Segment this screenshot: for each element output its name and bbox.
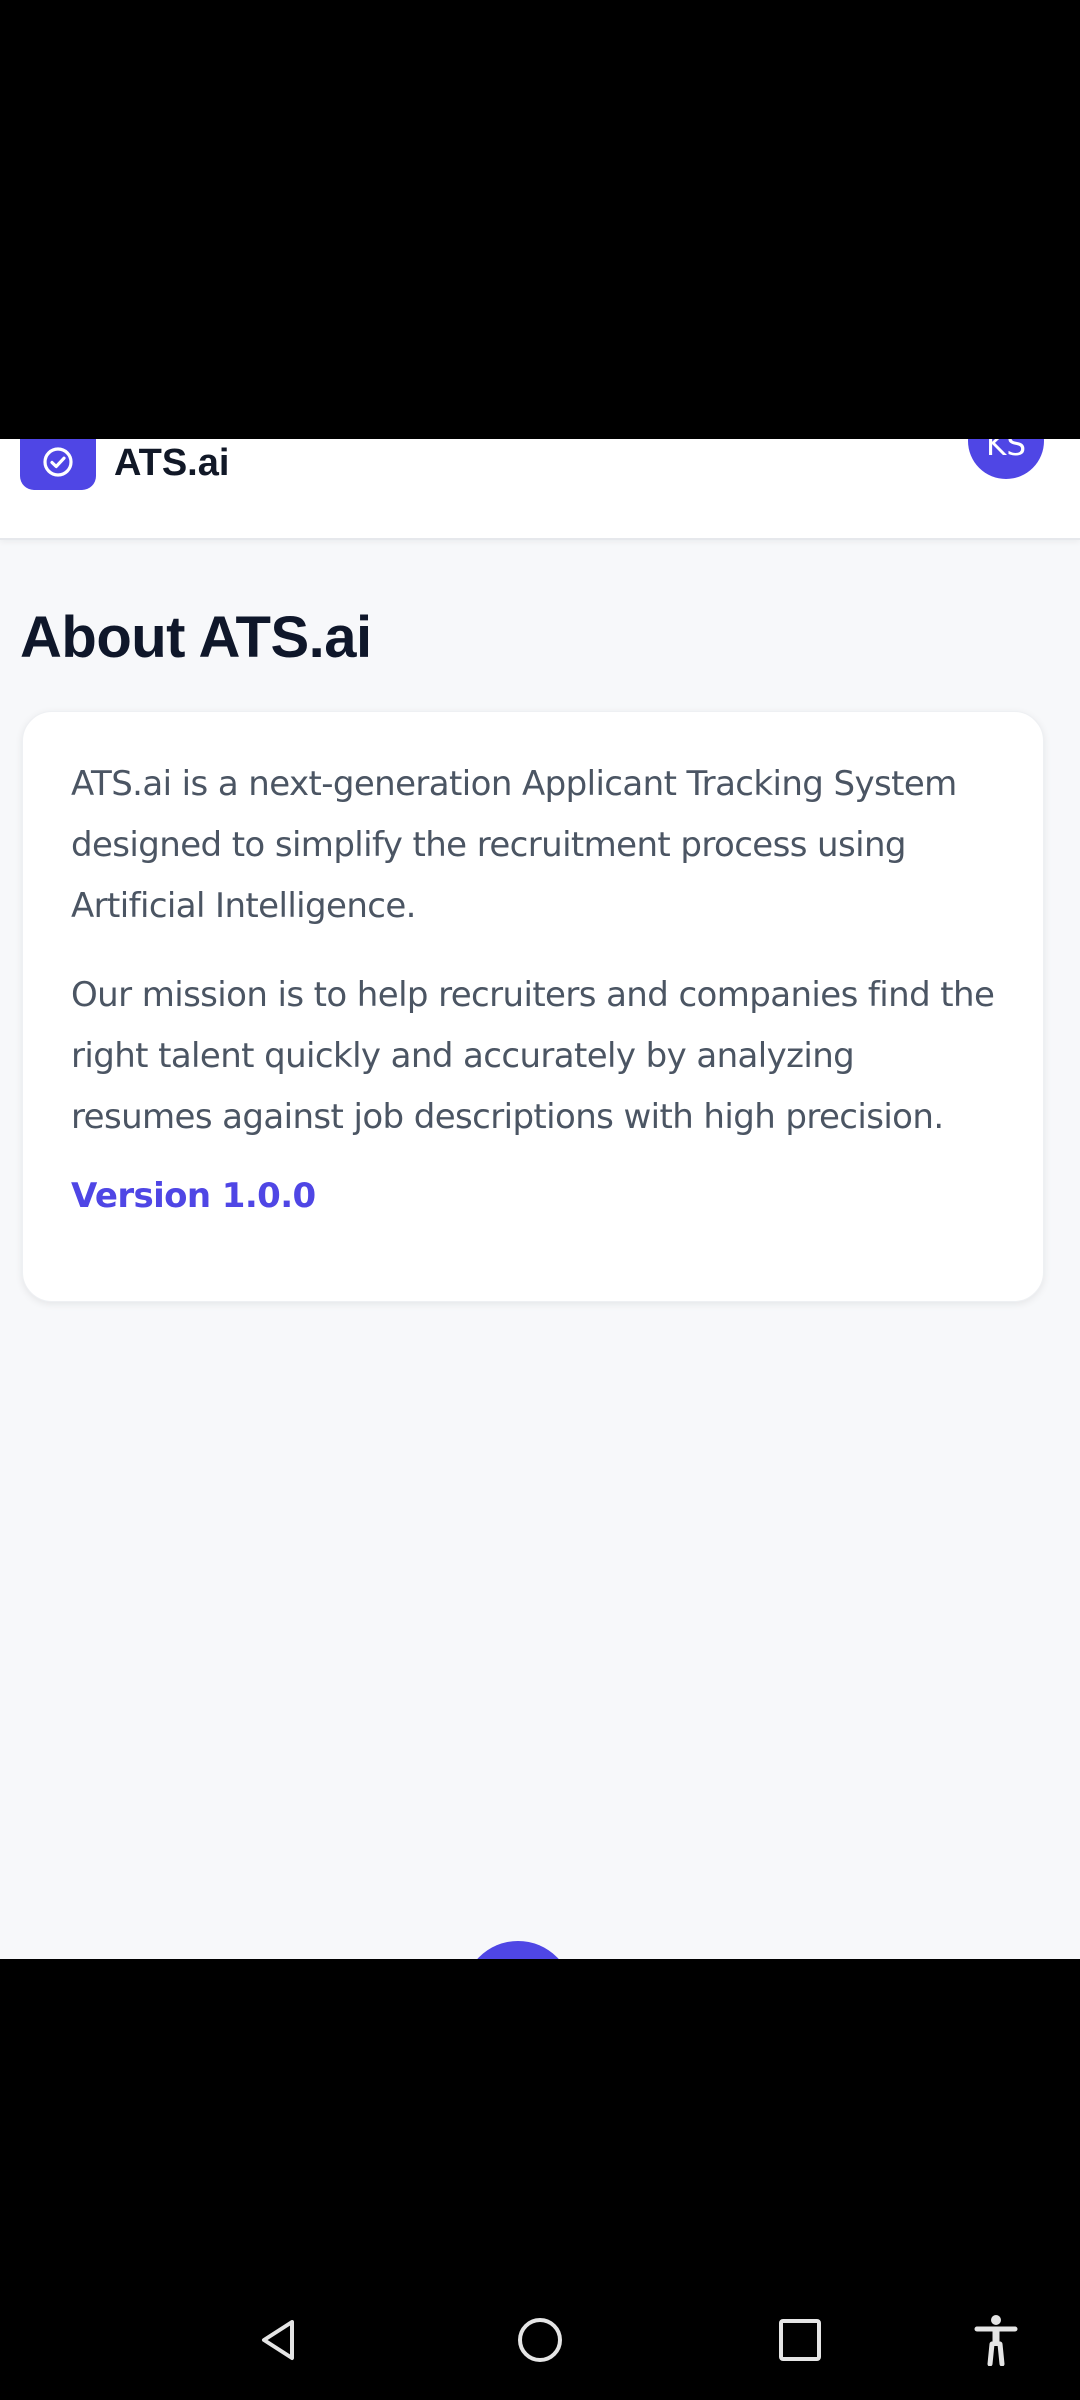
- home-button[interactable]: [490, 2280, 590, 2400]
- logo[interactable]: [20, 439, 96, 490]
- recents-button[interactable]: [750, 2280, 850, 2400]
- check-circle-icon: [43, 446, 73, 477]
- mission-statement: Our mission is to help recruiters and co…: [71, 975, 995, 1137]
- avatar-initials: KS: [985, 439, 1026, 463]
- accessibility-icon: [974, 2315, 1018, 2366]
- recents-icon: [779, 2319, 821, 2361]
- back-icon: [262, 2320, 294, 2360]
- back-button[interactable]: [228, 2280, 328, 2400]
- home-icon: [518, 2318, 562, 2362]
- version-label: Version 1.0.0: [71, 1176, 316, 1216]
- about-card: ATS.ai is a next-generation Applicant Tr…: [22, 711, 1044, 1302]
- avatar[interactable]: KS: [968, 439, 1044, 479]
- page-title: About ATS.ai: [20, 605, 372, 670]
- brand-name[interactable]: ATS.ai: [114, 442, 229, 485]
- about-description: ATS.ai is a next-generation Applicant Tr…: [71, 764, 957, 926]
- floating-action-button[interactable]: [463, 1941, 573, 1959]
- app-viewport: ATS.ai KS About ATS.ai ATS.ai is a next-…: [0, 439, 1080, 1959]
- accessibility-button[interactable]: [946, 2280, 1046, 2400]
- app-header: ATS.ai KS: [0, 439, 1080, 540]
- phone-screen: ATS.ai KS About ATS.ai ATS.ai is a next-…: [0, 0, 1080, 2400]
- system-navigation-bar: [0, 2280, 1080, 2400]
